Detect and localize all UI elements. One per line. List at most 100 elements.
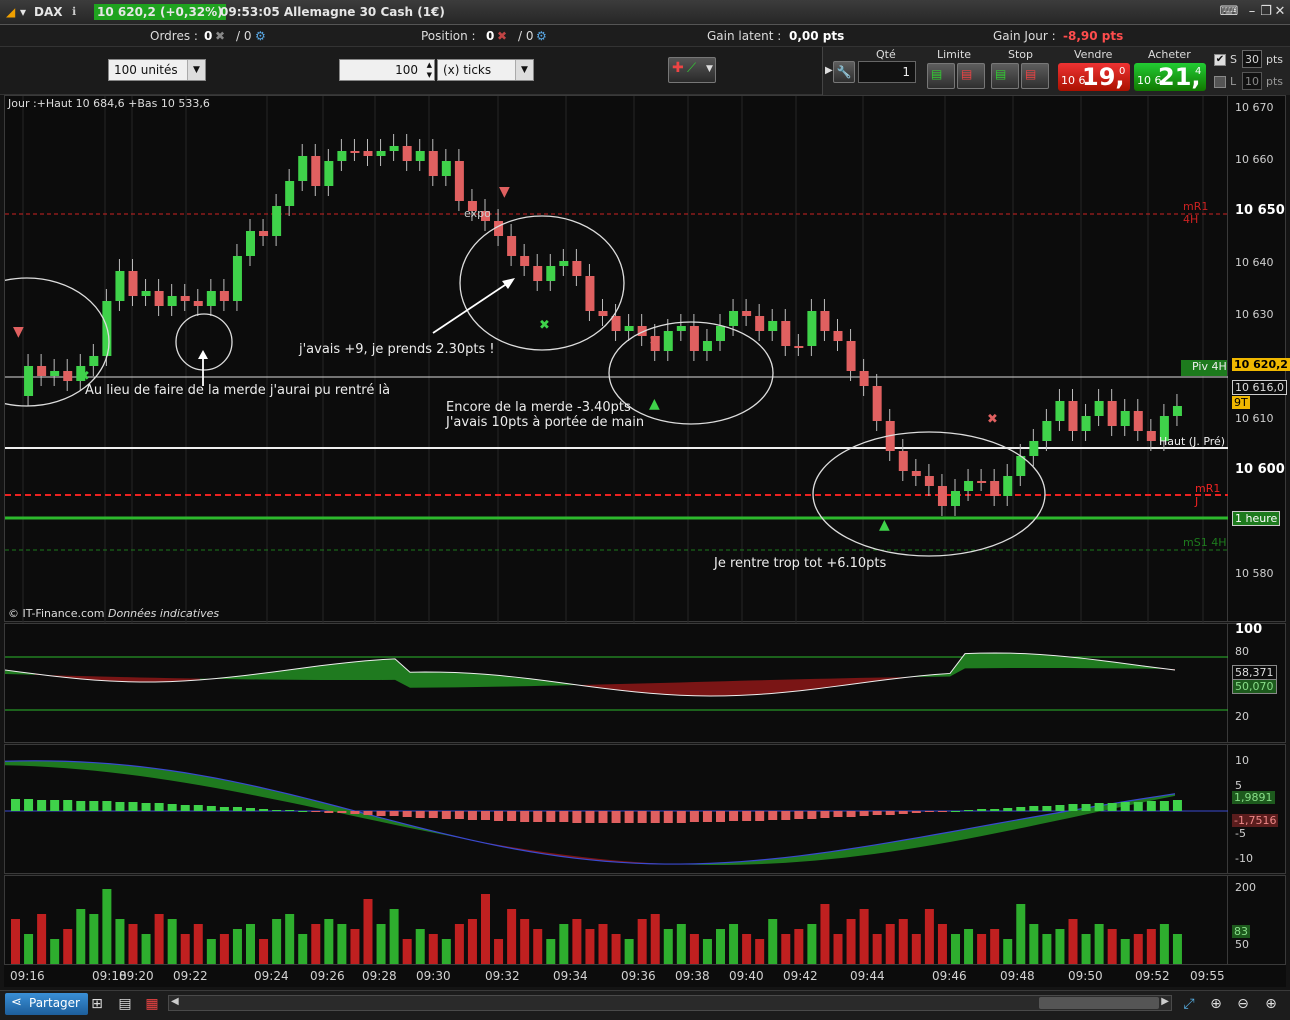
volume-bar	[441, 939, 451, 964]
volume-bar	[676, 924, 686, 964]
price-axis-label: 10 600	[1235, 462, 1285, 477]
gain-latent-value: 0,00 pts	[789, 29, 845, 43]
macd-histogram-bar	[154, 803, 164, 811]
indicator-list-icon[interactable]: ▤	[116, 995, 134, 1013]
volume-bar	[337, 924, 347, 964]
info-bar: Ordres : 0 ✖ / 0 ⚙ Position : 0 ✖ / 0 ⚙ …	[0, 25, 1290, 47]
zoom-in-icon[interactable]: ⊕	[1262, 995, 1280, 1013]
macd-histogram-bar	[76, 801, 86, 811]
l-value-input[interactable]: 10	[1242, 72, 1262, 90]
chevron-down-icon[interactable]: ▼	[187, 60, 205, 80]
rsi-area-segment	[1055, 655, 1070, 669]
price-chart-pane[interactable]: ▼ ▼ ▲ ▲ ✖ ✖ ✖ ✖ Jour :+Haut 10 684,6 +Bas 10 53…	[4, 95, 1229, 623]
time-axis-label: 09:52	[1135, 969, 1170, 983]
volume-bar	[324, 919, 334, 964]
candle-body	[363, 151, 373, 156]
level-mr1-4h: mR1 4H	[1183, 200, 1209, 226]
annotation-3-line1: Encore de la merde -3.40pts	[446, 400, 631, 415]
time-axis[interactable]: 09:16 09:18 09:20 09:22 09:24 09:26 09:28 09:30…	[4, 965, 1286, 987]
zoom-fit-icon[interactable]: ⊕	[1207, 995, 1225, 1013]
volume-bar	[232, 929, 242, 964]
close-position-icon: ✖	[987, 412, 998, 427]
candle-body	[1107, 401, 1117, 426]
s-checkbox[interactable]: ✔	[1214, 54, 1226, 66]
symbol-label[interactable]: DAX	[34, 5, 63, 19]
zoom-out-icon[interactable]: ⊖	[1234, 995, 1252, 1013]
macd-histogram-bar	[546, 811, 556, 822]
price-axis[interactable]: 10 670 10 660 10 650 10 640 10 630 10 61…	[1228, 95, 1290, 622]
ticks-value-input[interactable]: 100 ▲ ▼	[339, 59, 435, 81]
candle-settings-icon[interactable]: ⊞	[88, 995, 106, 1013]
scroll-thumb[interactable]	[1039, 997, 1159, 1009]
rsi-area-segment	[755, 680, 770, 695]
macd-pane[interactable]	[4, 744, 1229, 874]
candle-body	[676, 326, 686, 331]
chevron-down-icon[interactable]: ▼	[515, 60, 533, 80]
rsi-area-segment	[740, 680, 755, 696]
volume-bar	[272, 919, 282, 964]
macd-histogram-bar	[246, 808, 255, 811]
buy-button[interactable]: 10 6 21, 4	[1134, 63, 1206, 91]
macd-histogram-bar	[350, 811, 360, 814]
candle-body	[193, 301, 203, 306]
macd-histogram-bar	[624, 811, 634, 823]
candle-body	[716, 326, 725, 341]
chevron-right-icon[interactable]: ▶	[825, 65, 833, 76]
candle-body	[454, 161, 464, 201]
keyboard-icon[interactable]: ⌨	[1219, 4, 1239, 20]
stop-sell-button[interactable]: ▤	[1021, 63, 1049, 89]
drawing-tools-button[interactable]: ✚ ⟋ ▼	[668, 57, 716, 83]
fit-icon[interactable]: ⤢	[1180, 995, 1198, 1013]
ticks-select[interactable]: (x) ticks ▼	[437, 59, 534, 81]
limit-buy-button[interactable]: ▤	[927, 63, 955, 89]
price-axis-label: 10 610	[1235, 412, 1274, 425]
units-select[interactable]: 100 unités ▼	[108, 59, 206, 81]
info-icon[interactable]: ℹ	[72, 5, 76, 18]
volume-bar	[624, 939, 634, 964]
close-icon[interactable]: ✕	[1272, 4, 1288, 20]
orders-cancel-icon[interactable]: ✖	[215, 29, 225, 43]
macd-histogram-bar	[494, 811, 504, 821]
volume-pane[interactable]	[4, 875, 1228, 965]
position-cancel-icon[interactable]: ✖	[497, 29, 507, 43]
candle-body	[924, 476, 934, 486]
candle-body	[219, 291, 229, 301]
sell-price-sup: 0	[1119, 66, 1126, 77]
stepper-icon[interactable]: ▲ ▼	[427, 60, 432, 80]
s-value-input[interactable]: 30	[1242, 50, 1262, 68]
position-value2: / 0	[518, 29, 534, 43]
share-button[interactable]: ⋖ Partager	[5, 993, 88, 1015]
scroll-left-icon[interactable]: ◀	[171, 996, 179, 1007]
rsi-pane[interactable]	[4, 623, 1229, 743]
candle-body	[990, 481, 1000, 496]
rsi-area-segment	[455, 672, 470, 688]
macd-histogram-bar	[781, 811, 791, 820]
scroll-right-icon[interactable]: ▶	[1161, 996, 1169, 1007]
volume-bar	[872, 934, 882, 964]
price-axis-label: 10 630	[1235, 308, 1274, 321]
rsi-area-segment	[410, 672, 425, 688]
stop-buy-button[interactable]: ▤	[991, 63, 1019, 89]
candle-body	[572, 261, 582, 276]
macd-area-segment	[20, 760, 35, 767]
candle-body	[846, 341, 856, 371]
candle-body	[520, 256, 530, 266]
limit-sell-icon: ▤	[961, 67, 973, 81]
macd-histogram-bar	[1055, 805, 1065, 811]
macd-histogram-bar	[716, 811, 725, 822]
orders-settings-icon[interactable]: ⚙	[255, 29, 266, 43]
indicator-add-icon[interactable]: ▦	[143, 995, 161, 1013]
limit-sell-button[interactable]: ▤	[957, 63, 985, 89]
chart-scrollbar[interactable]: ◀ ▶	[168, 995, 1172, 1011]
volume-bar	[650, 914, 660, 964]
chevron-down-icon[interactable]: ▾	[20, 5, 26, 19]
sell-button[interactable]: 10 6 19, 0	[1058, 63, 1130, 91]
qty-input[interactable]: 1	[858, 61, 916, 83]
position-settings-icon[interactable]: ⚙	[536, 29, 547, 43]
candle-body	[389, 146, 399, 151]
macd-histogram-bar	[833, 811, 843, 817]
qty-label: Qté	[876, 48, 896, 61]
wrench-icon[interactable]: 🔧	[833, 61, 855, 83]
l-checkbox[interactable]	[1214, 76, 1226, 88]
candle-body	[311, 156, 321, 186]
